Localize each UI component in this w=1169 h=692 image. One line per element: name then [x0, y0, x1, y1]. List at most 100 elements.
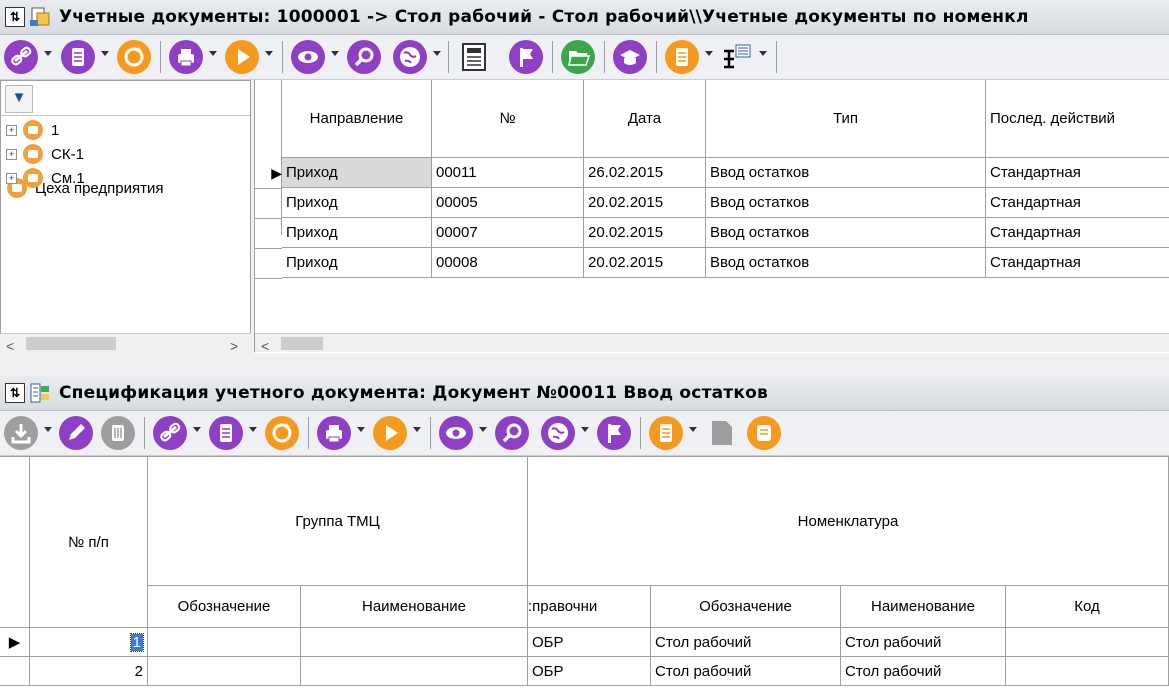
refresh-icon[interactable] — [116, 39, 152, 75]
col-header-direction[interactable]: Направление — [282, 80, 432, 158]
tree-item[interactable]: + 1 — [6, 119, 59, 141]
col-header-nomen-name[interactable]: Наименование — [841, 586, 1006, 628]
expand-icon[interactable]: + — [6, 172, 17, 184]
cell-number[interactable]: 2 — [30, 657, 148, 686]
cell-number[interactable]: 1 — [30, 628, 148, 657]
eye-icon[interactable] — [290, 39, 326, 75]
cell-group-code[interactable] — [148, 657, 301, 686]
search-icon[interactable] — [494, 415, 530, 451]
scroll-thumb[interactable] — [26, 337, 116, 350]
globe-icon[interactable] — [392, 39, 428, 75]
cell-nomen-code[interactable]: Стол рабочий — [651, 657, 841, 686]
folder-open-icon[interactable] — [560, 39, 596, 75]
cell-date[interactable]: 26.02.2015 — [584, 158, 706, 188]
cell-type[interactable]: Ввод остатков — [706, 158, 986, 188]
cell-number[interactable]: 00011 — [432, 158, 584, 188]
cell-type[interactable]: Ввод остатков — [706, 218, 986, 248]
col-header-reference[interactable]: :правочни — [528, 586, 651, 628]
cell-direction[interactable]: Приход — [282, 218, 432, 248]
flag-icon[interactable] — [508, 39, 544, 75]
cell-last-action[interactable]: Стандартная — [986, 218, 1169, 248]
printer-dropdown[interactable] — [209, 51, 217, 56]
cell-number[interactable]: 00007 — [432, 218, 584, 248]
scroll-left-icon[interactable]: < — [261, 338, 269, 352]
document-icon[interactable] — [60, 39, 96, 75]
cell-nomen-name[interactable]: Стол рабочий — [841, 628, 1006, 657]
edit-icon[interactable] — [58, 415, 94, 451]
scroll-icon[interactable] — [746, 415, 782, 451]
cell-direction[interactable]: Приход — [282, 158, 432, 188]
cell-last-action[interactable]: Стандартная — [986, 158, 1169, 188]
documents-hscrollbar[interactable]: < — [255, 333, 1169, 352]
cell-group-name[interactable] — [301, 657, 528, 686]
pin-icon[interactable]: ⇅ — [5, 7, 25, 27]
search-icon[interactable] — [346, 39, 382, 75]
expand-icon[interactable]: + — [6, 148, 17, 160]
cell-group-code[interactable] — [148, 628, 301, 657]
cell-nomen-code[interactable]: Стол рабочий — [651, 628, 841, 657]
download-dropdown[interactable] — [44, 427, 52, 432]
document-icon[interactable] — [208, 415, 244, 451]
col-header-number[interactable]: № п/п — [30, 457, 148, 628]
document-dropdown[interactable] — [249, 427, 257, 432]
pin-icon[interactable]: ⇅ — [5, 383, 25, 403]
printer-icon[interactable] — [168, 39, 204, 75]
printer-icon[interactable] — [316, 415, 352, 451]
play-dropdown[interactable] — [413, 427, 421, 432]
cell-number[interactable]: 00005 — [432, 188, 584, 218]
cell-date[interactable]: 20.02.2015 — [584, 188, 706, 218]
list-dropdown[interactable] — [689, 427, 697, 432]
col-header-number[interactable]: № — [432, 80, 584, 158]
cell-nomen-name[interactable]: Стол рабочий — [841, 657, 1006, 686]
cell-date[interactable]: 20.02.2015 — [584, 218, 706, 248]
cell-number[interactable]: 00008 — [432, 248, 584, 278]
tree-structure-dropdown[interactable] — [759, 51, 767, 56]
cell-group-name[interactable] — [301, 628, 528, 657]
play-dropdown[interactable] — [265, 51, 273, 56]
cell-type[interactable]: Ввод остатков — [706, 248, 986, 278]
cell-kod[interactable] — [1006, 628, 1169, 657]
list-icon[interactable] — [648, 415, 684, 451]
cell-direction[interactable]: Приход — [282, 248, 432, 278]
group-header-nomenclature[interactable]: Номенклатура — [528, 457, 1169, 586]
cell-date[interactable]: 20.02.2015 — [584, 248, 706, 278]
col-header-date[interactable]: Дата — [584, 80, 706, 158]
group-header-tmc[interactable]: Группа ТМЦ — [148, 457, 528, 586]
col-header-nomen-code[interactable]: Обозначение — [651, 586, 841, 628]
col-header-group-name[interactable]: Наименование — [301, 586, 528, 628]
calculator-icon[interactable] — [456, 39, 492, 75]
cell-type[interactable]: Ввод остатков — [706, 188, 986, 218]
list-dropdown[interactable] — [705, 51, 713, 56]
filter-icon[interactable]: ▼ — [5, 85, 33, 113]
cell-reference[interactable]: ОБР — [528, 628, 651, 657]
eye-icon[interactable] — [438, 415, 474, 451]
page-icon[interactable] — [704, 415, 740, 451]
scroll-thumb[interactable] — [281, 337, 323, 350]
refresh-icon[interactable] — [264, 415, 300, 451]
download-icon[interactable] — [3, 415, 39, 451]
globe-dropdown[interactable] — [581, 427, 589, 432]
link-icon[interactable] — [3, 39, 39, 75]
tree-structure-icon[interactable] — [718, 39, 754, 75]
cell-reference[interactable]: ОБР — [528, 657, 651, 686]
list-icon[interactable] — [664, 39, 700, 75]
cell-direction[interactable]: Приход — [282, 188, 432, 218]
cell-kod[interactable] — [1006, 657, 1169, 686]
delete-icon[interactable] — [100, 415, 136, 451]
eye-dropdown[interactable] — [331, 51, 339, 56]
globe-dropdown[interactable] — [433, 51, 441, 56]
cell-last-action[interactable]: Стандартная — [986, 248, 1169, 278]
link-dropdown[interactable] — [44, 51, 52, 56]
col-header-type[interactable]: Тип — [706, 80, 986, 158]
play-icon[interactable] — [224, 39, 260, 75]
eye-dropdown[interactable] — [479, 427, 487, 432]
document-dropdown[interactable] — [101, 51, 109, 56]
expand-icon[interactable]: + — [6, 124, 17, 136]
col-header-last-action[interactable]: Послед. действий — [986, 80, 1169, 158]
play-icon[interactable] — [372, 415, 408, 451]
graduation-icon[interactable] — [612, 39, 648, 75]
tree-item[interactable]: + См.1 — [6, 167, 85, 189]
scroll-right-icon[interactable]: > — [230, 338, 238, 354]
scroll-left-icon[interactable]: < — [6, 338, 14, 354]
cell-last-action[interactable]: Стандартная — [986, 188, 1169, 218]
